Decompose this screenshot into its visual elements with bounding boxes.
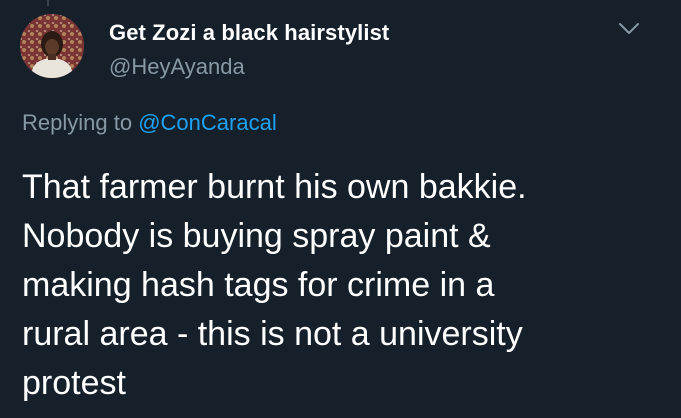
tweet-text-line: That farmer burnt his own bakkie. (22, 168, 527, 206)
chevron-down-icon[interactable] (618, 22, 640, 36)
reply-context-prefix: Replying to (22, 110, 133, 135)
avatar-image (20, 14, 84, 78)
reply-context: Replying to @ConCaracal (22, 110, 277, 136)
tweet-text-line: Nobody is buying spray paint & (22, 217, 491, 255)
tweet-card[interactable]: Get Zozi a black hairstylist @HeyAyanda … (0, 0, 681, 418)
tweet-text-line: protest (22, 364, 126, 402)
tweet-text: That farmer burnt his own bakkie. Nobody… (22, 163, 662, 408)
reply-mention-link[interactable]: @ConCaracal (138, 110, 277, 135)
avatar[interactable] (20, 14, 84, 78)
tweet-text-line: rural area - this is not a university (22, 315, 523, 353)
tweet-text-line: making hash tags for crime in a (22, 266, 495, 304)
author-handle[interactable]: @HeyAyanda (109, 54, 245, 80)
thread-connector-line (47, 0, 49, 6)
author-display-name[interactable]: Get Zozi a black hairstylist (109, 20, 389, 46)
